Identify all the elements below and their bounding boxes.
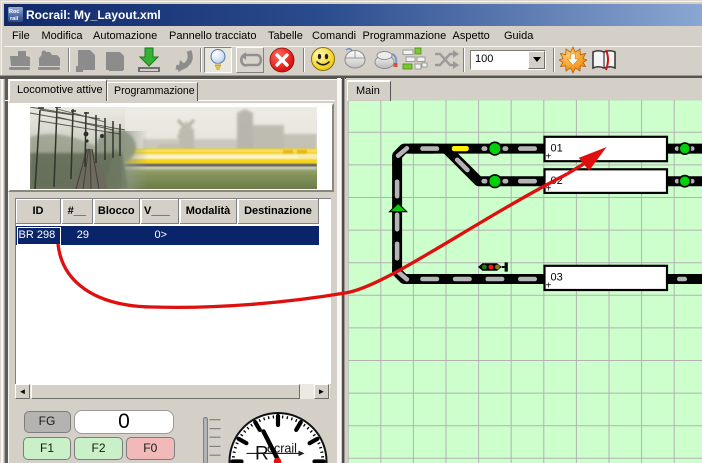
- svg-text:Roc: Roc: [9, 9, 19, 15]
- svg-text:R: R: [255, 444, 269, 463]
- svg-text:ocrail: ocrail: [267, 442, 297, 456]
- svg-text:rail: rail: [10, 16, 19, 22]
